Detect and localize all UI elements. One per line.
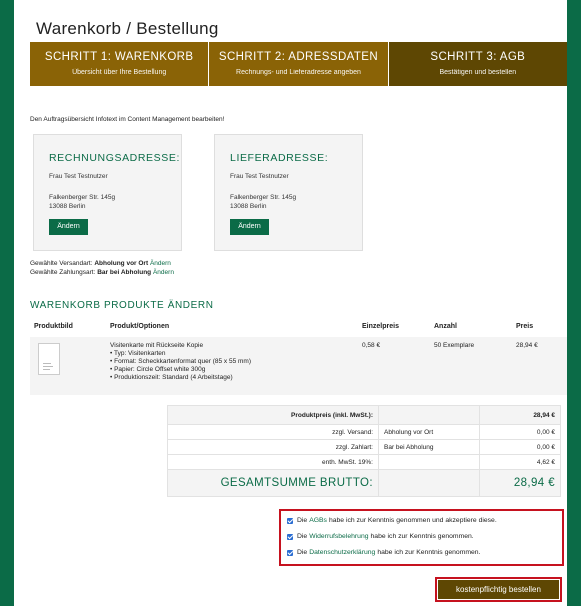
shipping-method-change-link[interactable]: Ändern	[150, 260, 171, 267]
shipping-method-value: Abholung vor Ort	[94, 260, 149, 267]
table-row: enth. MwSt. 19%: 4,62 €	[167, 454, 561, 470]
col-header-qty: Anzahl	[434, 323, 457, 330]
privacy-link[interactable]: Datenschutzerklärung	[309, 549, 375, 556]
step-2-title: SCHRITT 2: ADRESSDATEN	[218, 51, 379, 63]
shipping-cost-label: zzgl. Versand:	[167, 424, 379, 440]
billing-street: Falkenberger Str. 145g	[49, 194, 116, 201]
step-2-subtitle: Rechnungs- und Lieferadresse angeben	[236, 69, 361, 76]
tax-label: enth. MwSt. 19%:	[167, 454, 379, 470]
billing-address-box: RECHNUNGSADRESSE: Frau Test Testnutzer F…	[33, 134, 182, 251]
shipping-address-box: LIEFERADRESSE: Frau Test Testnutzer Falk…	[214, 134, 363, 251]
consent-withdrawal: Die Widerrufsbelehrung habe ich zur Kenn…	[287, 533, 474, 540]
step-1-subtitle: Übersicht über Ihre Bestellung	[72, 69, 167, 76]
col-header-image: Produktbild	[34, 323, 73, 330]
checkout-page: Warenkorb / Bestellung SCHRITT 1: WARENK…	[14, 0, 567, 606]
list-item: • Papier: Circle Offset white 300g	[110, 366, 206, 373]
info-text: Den Auftragsübersicht Infotext im Conten…	[30, 116, 225, 123]
line-price: 28,94 €	[516, 342, 538, 349]
step-1-title: SCHRITT 1: WARENKORB	[44, 51, 194, 63]
table-row: zzgl. Versand: Abholung vor Ort 0,00 €	[167, 424, 561, 440]
table-row: Produktpreis (inkl. MwSt.): 28,94 €	[167, 405, 561, 425]
product-name: Visitenkarte mit Rückseite Kopie	[110, 342, 204, 349]
order-summary-table: Produktpreis (inkl. MwSt.): 28,94 € zzgl…	[167, 405, 561, 497]
shipping-cost-method: Abholung vor Ort	[378, 424, 480, 440]
cart-section-title: WARENKORB PRODUKTE ÄNDERN	[30, 300, 214, 311]
consent-box: Die AGBs habe ich zur Kenntnis genommen …	[279, 509, 564, 566]
order-button-frame: kostenpflichtig bestellen	[435, 577, 562, 602]
billing-change-button[interactable]: Ändern	[49, 219, 88, 235]
col-header-product: Produkt/Optionen	[110, 323, 170, 330]
step-2-address[interactable]: SCHRITT 2: ADRESSDATEN Rechnungs- und Li…	[209, 42, 389, 86]
quantity: 50 Exemplare	[434, 342, 475, 349]
shipping-address-title: LIEFERADRESSE:	[230, 152, 329, 164]
agb-link[interactable]: AGBs	[309, 517, 327, 524]
billing-name: Frau Test Testnutzer	[49, 173, 108, 180]
checkbox-agb[interactable]	[287, 517, 293, 524]
consent-agb: Die AGBs habe ich zur Kenntnis genommen …	[287, 517, 497, 524]
col-header-unit-price: Einzelpreis	[362, 323, 399, 330]
order-button[interactable]: kostenpflichtig bestellen	[438, 580, 559, 599]
billing-address-title: RECHNUNGSADRESSE:	[49, 152, 180, 164]
payment-cost-label: zzgl. Zahlart:	[167, 439, 379, 455]
product-price-value: 28,94 €	[479, 405, 561, 425]
step-1-cart[interactable]: SCHRITT 1: WARENKORB Übersicht über Ihre…	[30, 42, 210, 86]
product-price-label: Produktpreis (inkl. MwSt.):	[167, 405, 379, 425]
shipping-method-line: Gewählte Versandart: Abholung vor Ort Än…	[30, 260, 171, 267]
grand-total-value: 28,94 €	[479, 469, 561, 497]
shipping-name: Frau Test Testnutzer	[230, 173, 289, 180]
checkbox-privacy[interactable]	[287, 549, 293, 556]
withdrawal-link[interactable]: Widerrufsbelehrung	[309, 533, 368, 540]
shipping-method-label: Gewählte Versandart:	[30, 260, 93, 267]
payment-method-value: Bar bei Abholung	[97, 269, 152, 276]
product-thumbnail[interactable]	[38, 343, 60, 375]
payment-cost-method: Bar bei Abholung	[378, 439, 480, 455]
checkbox-withdrawal[interactable]	[287, 533, 293, 540]
shipping-cost-value: 0,00 €	[479, 424, 561, 440]
shipping-change-button[interactable]: Ändern	[230, 219, 269, 235]
table-row: GESAMTSUMME BRUTTO: 28,94 €	[167, 469, 561, 497]
col-header-price: Preis	[516, 323, 534, 330]
payment-method-label: Gewählte Zahlungsart:	[30, 269, 96, 276]
billing-city: 13088 Berlin	[49, 203, 86, 210]
table-row: Visitenkarte mit Rückseite Kopie • Typ: …	[30, 337, 567, 395]
shipping-street: Falkenberger Str. 145g	[230, 194, 297, 201]
table-row: zzgl. Zahlart: Bar bei Abholung 0,00 €	[167, 439, 561, 455]
payment-method-line: Gewählte Zahlungsart: Bar bei Abholung Ä…	[30, 269, 174, 276]
consent-privacy: Die Datenschutzerklärung habe ich zur Ke…	[287, 549, 480, 556]
payment-cost-value: 0,00 €	[479, 439, 561, 455]
grand-total-label: GESAMTSUMME BRUTTO:	[167, 469, 379, 497]
list-item: • Produktionszeit: Standard (4 Arbeitsta…	[110, 374, 233, 381]
list-item: • Typ: Visitenkarten	[110, 350, 166, 357]
page-title: Warenkorb / Bestellung	[36, 19, 219, 38]
step-3-title: SCHRITT 3: AGB	[430, 51, 526, 63]
shipping-city: 13088 Berlin	[230, 203, 267, 210]
tax-value: 4,62 €	[479, 454, 561, 470]
step-3-subtitle: Bestätigen und bestellen	[439, 69, 517, 76]
checkout-steps: SCHRITT 1: WARENKORB Übersicht über Ihre…	[30, 42, 567, 86]
unit-price: 0,58 €	[362, 342, 381, 349]
payment-method-change-link[interactable]: Ändern	[153, 269, 174, 276]
list-item: • Format: Scheckkartenformat quer (85 x …	[110, 358, 251, 365]
step-3-agb: SCHRITT 3: AGB Bestätigen und bestellen	[388, 42, 567, 86]
